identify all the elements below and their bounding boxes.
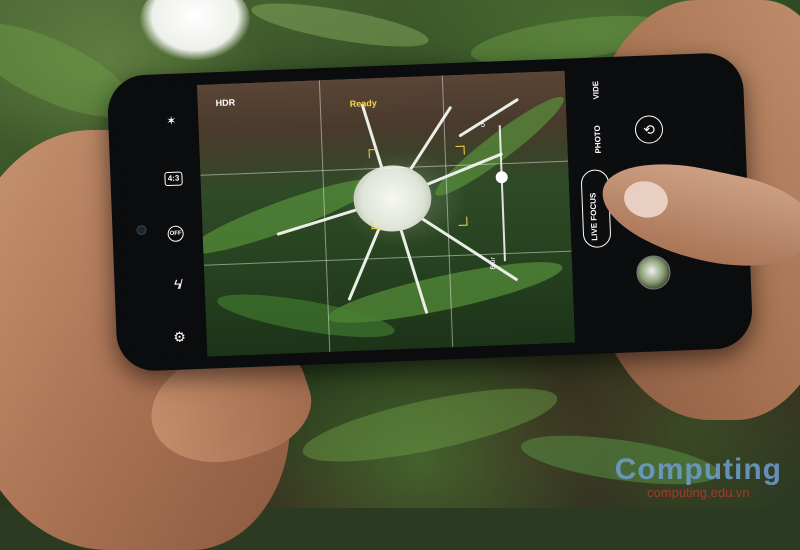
watermark: Computing computing.edu.vn bbox=[615, 453, 782, 500]
switch-camera-icon[interactable]: ⟲ bbox=[634, 115, 664, 145]
timer-button[interactable]: OFF bbox=[162, 221, 189, 243]
timer-off-icon: OFF bbox=[167, 225, 184, 243]
aspect-ratio-icon: 4:3 bbox=[164, 171, 183, 187]
front-camera-hole bbox=[136, 224, 147, 236]
hdr-indicator[interactable]: HDR bbox=[215, 97, 235, 108]
aspect-ratio-button[interactable]: 4:3 bbox=[160, 167, 187, 187]
flash-off-icon[interactable]: ϟ̸ bbox=[164, 275, 191, 294]
watermark-url: computing.edu.vn bbox=[647, 485, 750, 500]
watermark-name: Computing bbox=[614, 453, 782, 486]
background-flower bbox=[140, 0, 250, 60]
settings-icon[interactable]: ⚙ bbox=[166, 327, 193, 346]
focus-frame bbox=[368, 145, 469, 231]
camera-left-toolbar: ✶ 4:3 OFF ϟ̸ ⚙ bbox=[117, 84, 208, 360]
ready-status: Ready bbox=[349, 97, 377, 109]
camera-viewfinder[interactable]: HDR Ready 5 Blur bbox=[196, 70, 576, 357]
blur-slider-handle[interactable] bbox=[495, 170, 508, 184]
gallery-thumbnail[interactable] bbox=[635, 254, 672, 291]
blur-label: Blur bbox=[489, 257, 498, 270]
live-focus-label: LIVE FOCUS bbox=[588, 192, 600, 241]
mode-photo[interactable]: PHOTO bbox=[593, 125, 603, 154]
mode-video[interactable]: VIDE bbox=[591, 81, 601, 100]
wand-icon[interactable]: ✶ bbox=[158, 111, 185, 130]
blur-value: 5 bbox=[480, 119, 486, 129]
